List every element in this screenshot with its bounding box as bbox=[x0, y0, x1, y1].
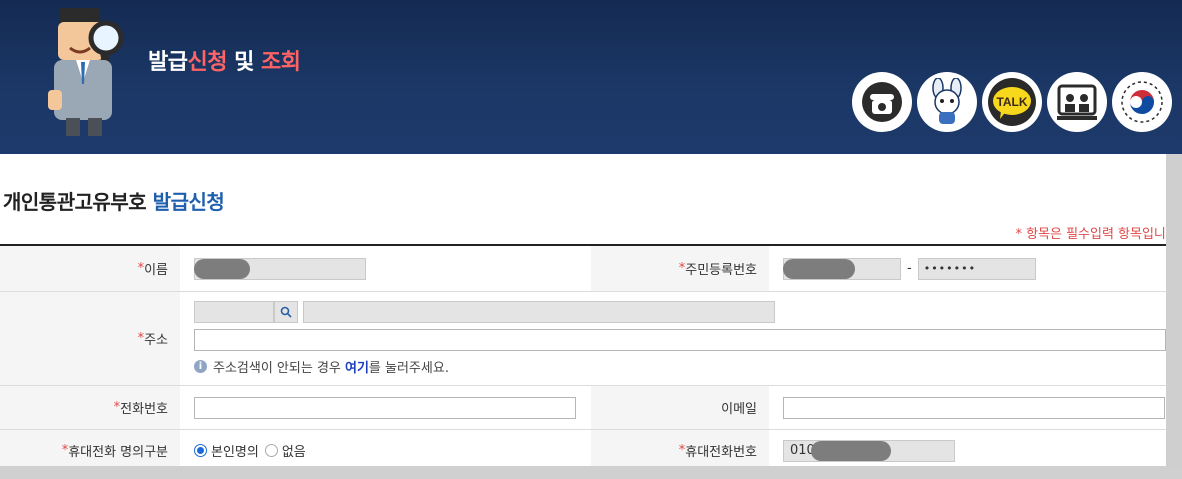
phone-label-text: 전화번호 bbox=[120, 402, 168, 417]
page-edge bbox=[1166, 154, 1182, 479]
mobile-owner-cell: 본인명의 없음 bbox=[180, 430, 591, 471]
table-row: * 이름 * 주민등록번호 - ••••••• bbox=[0, 246, 1182, 292]
email-label: 이메일 bbox=[591, 386, 769, 429]
address-help-link[interactable]: 여기 bbox=[345, 361, 369, 376]
banner-title-part: 조회 bbox=[261, 50, 301, 75]
banner-title-part: 신청 bbox=[187, 50, 227, 75]
phone-icon[interactable] bbox=[852, 72, 912, 132]
table-row: * 전화번호 이메일 bbox=[0, 386, 1182, 430]
page-title: 개인통관고유부호 발급신청 bbox=[3, 186, 225, 215]
redaction-mask bbox=[811, 441, 891, 461]
mobile-label-text: 휴대전화번호 bbox=[685, 445, 757, 460]
mascot-bunny-icon[interactable] bbox=[917, 72, 977, 132]
radio-label: 없음 bbox=[281, 445, 306, 460]
address-help: i 주소검색이 안되는 경우 여기를 눌러주세요. bbox=[194, 357, 449, 376]
address-label-text: 주소 bbox=[144, 333, 168, 348]
banner-title: 발급신청 및 조회 bbox=[148, 44, 301, 76]
radio-button[interactable] bbox=[264, 444, 278, 457]
banner-title-part: 발급 bbox=[148, 50, 188, 75]
address-help-suffix: 를 눌러주세요. bbox=[368, 361, 449, 376]
address-cell: i 주소검색이 안되는 경우 여기를 눌러주세요. bbox=[180, 292, 1182, 385]
mascot-magnifier-icon bbox=[48, 8, 124, 136]
address-detail-field[interactable] bbox=[194, 329, 1166, 351]
redaction-mask bbox=[194, 259, 250, 279]
banner: 발급신청 및 조회 TALK bbox=[0, 0, 1182, 154]
name-label: * 이름 bbox=[0, 246, 180, 291]
kakao-talk-icon[interactable]: TALK bbox=[982, 72, 1042, 132]
consultation-icon[interactable] bbox=[1047, 72, 1107, 132]
table-row: * 주소 i 주소검색이 안되는 경우 여기를 눌러주세요. bbox=[0, 292, 1182, 386]
application-form: * 이름 * 주민등록번호 - ••••••• * 주소 i 주소검색이 안되는… bbox=[0, 244, 1182, 472]
rrn-label-text: 주민등록번호 bbox=[685, 263, 757, 278]
email-cell bbox=[769, 386, 1182, 429]
address-help-prefix: 주소검색이 안되는 경우 bbox=[213, 361, 345, 376]
email-field[interactable] bbox=[783, 396, 1165, 419]
mobile-cell: 010 bbox=[769, 430, 1182, 471]
name-cell bbox=[180, 246, 591, 291]
rrn-dash: - bbox=[907, 261, 912, 276]
banner-title-part: 및 bbox=[226, 50, 262, 75]
name-label-text: 이름 bbox=[144, 263, 168, 278]
mobile-owner-label: * 휴대전화 명의구분 bbox=[0, 430, 180, 471]
banner-icon-row: TALK bbox=[852, 72, 1172, 132]
address-search-button[interactable] bbox=[274, 301, 298, 323]
address-search-row bbox=[194, 301, 775, 323]
address-label: * 주소 bbox=[0, 292, 180, 385]
email-label-text: 이메일 bbox=[721, 402, 757, 417]
radio-button-checked[interactable] bbox=[194, 444, 207, 457]
required-note: * 항목은 필수입력 항목입니다. bbox=[1015, 227, 1182, 242]
radio-label: 본인명의 bbox=[211, 445, 259, 460]
talk-label: TALK bbox=[996, 95, 1027, 109]
page-title-main: 개인통관고유부호 bbox=[3, 190, 153, 214]
phone-cell bbox=[180, 386, 591, 429]
postcode-field[interactable] bbox=[194, 301, 274, 323]
info-icon: i bbox=[194, 360, 207, 373]
phone-field[interactable] bbox=[194, 396, 576, 419]
radio-self-owned[interactable]: 본인명의 bbox=[194, 441, 259, 460]
phone-label: * 전화번호 bbox=[0, 386, 180, 429]
search-icon bbox=[280, 306, 292, 318]
page-edge bbox=[0, 466, 1182, 479]
mobile-owner-label-text: 휴대전화 명의구분 bbox=[68, 445, 168, 460]
rrn-cell: - ••••••• bbox=[769, 246, 1182, 291]
radio-none[interactable]: 없음 bbox=[264, 441, 306, 460]
address-main-field[interactable] bbox=[303, 301, 775, 323]
redaction-mask bbox=[783, 259, 855, 279]
rrn-label: * 주민등록번호 bbox=[591, 246, 769, 291]
page-title-accent: 발급신청 bbox=[152, 190, 225, 214]
mobile-label: * 휴대전화번호 bbox=[591, 430, 769, 471]
rrn-back-field[interactable]: ••••••• bbox=[917, 257, 1036, 280]
main-content: 개인통관고유부호 발급신청 * 항목은 필수입력 항목입니다. * 이름 * 주민등… bbox=[0, 154, 1182, 472]
government-emblem-icon[interactable] bbox=[1112, 72, 1172, 132]
